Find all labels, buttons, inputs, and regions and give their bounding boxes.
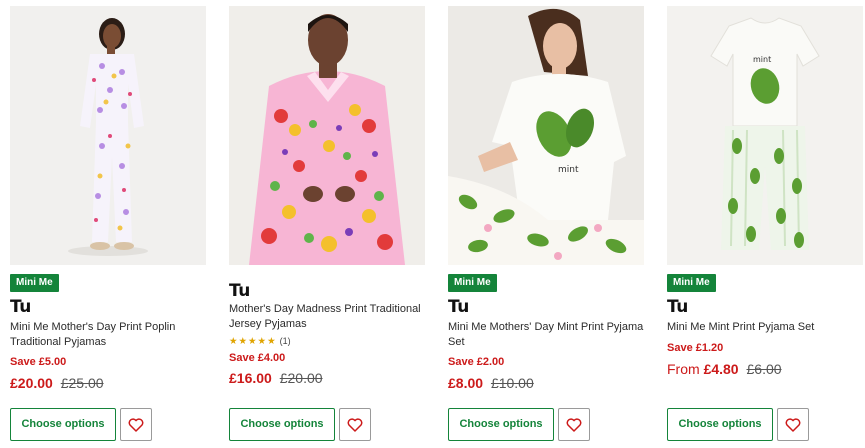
price-prefix: From — [667, 361, 700, 377]
product-name[interactable]: Mini Me Mothers' Day Mint Print Pyjama S… — [448, 320, 644, 350]
mini-me-badge: Mini Me — [10, 274, 59, 292]
rating[interactable]: ★★★★★ (1) — [229, 335, 291, 348]
save-amount: Save £1.20 — [667, 342, 724, 354]
current-price: £4.80 — [703, 361, 739, 377]
wishlist-button[interactable] — [339, 408, 371, 441]
product-card: Tu Mother's Day Madness Print Traditiona… — [229, 6, 425, 446]
wishlist-button[interactable] — [558, 408, 590, 441]
product-name[interactable]: Mini Me Mother's Day Print Poplin Tradit… — [10, 320, 206, 350]
product-card: Mini Me Tu Mini Me Mother's Day Print Po… — [10, 6, 206, 446]
product-name[interactable]: Mini Me Mint Print Pyjama Set — [667, 320, 863, 335]
current-price: £20.00 — [10, 375, 53, 391]
wishlist-button[interactable] — [120, 408, 152, 441]
current-price: £8.00 — [448, 375, 484, 391]
price: £20.00 £25.00 — [10, 374, 104, 392]
was-price: £20.00 — [279, 370, 323, 386]
mini-me-badge: Mini Me — [667, 274, 716, 292]
brand-logo: Tu — [229, 281, 250, 301]
product-image[interactable]: mint — [667, 6, 863, 265]
product-image[interactable]: mint — [448, 6, 644, 265]
save-amount: Save £5.00 — [10, 356, 67, 368]
svg-text:mint: mint — [753, 55, 771, 64]
was-price: £25.00 — [60, 375, 104, 391]
brand-logo: Tu — [10, 297, 31, 317]
wishlist-button[interactable] — [777, 408, 809, 441]
heart-outline-icon — [347, 417, 363, 432]
mini-me-badge: Mini Me — [448, 274, 497, 292]
product-image[interactable] — [229, 6, 425, 265]
product-image[interactable] — [10, 6, 206, 265]
product-card: mint Mini Me Tu Mini Me Mint Print Pyjam… — [667, 6, 863, 446]
product-name[interactable]: Mother's Day Madness Print Traditional J… — [229, 302, 425, 332]
heart-outline-icon — [785, 417, 801, 432]
save-amount: Save £4.00 — [229, 352, 286, 364]
save-amount: Save £2.00 — [448, 356, 505, 368]
price: From £4.80 £6.00 — [667, 360, 782, 378]
svg-text:mint: mint — [558, 165, 579, 175]
rating-count: (1) — [279, 336, 291, 346]
choose-options-button[interactable]: Choose options — [667, 408, 773, 441]
choose-options-button[interactable]: Choose options — [448, 408, 554, 441]
heart-outline-icon — [128, 417, 144, 432]
product-grid: Mini Me Tu Mini Me Mother's Day Print Po… — [10, 6, 863, 446]
product-card: mint Mini Me Tu Mini Me Mothers' Day Min… — [448, 6, 644, 446]
current-price: £16.00 — [229, 370, 272, 386]
choose-options-button[interactable]: Choose options — [229, 408, 335, 441]
was-price: £10.00 — [490, 375, 534, 391]
price: £16.00 £20.00 — [229, 369, 323, 387]
brand-logo: Tu — [667, 297, 688, 317]
was-price: £6.00 — [746, 361, 782, 377]
price: £8.00 £10.00 — [448, 374, 534, 392]
brand-logo: Tu — [448, 297, 469, 317]
choose-options-button[interactable]: Choose options — [10, 408, 116, 441]
heart-outline-icon — [566, 417, 582, 432]
rating-stars: ★★★★★ — [229, 336, 277, 347]
